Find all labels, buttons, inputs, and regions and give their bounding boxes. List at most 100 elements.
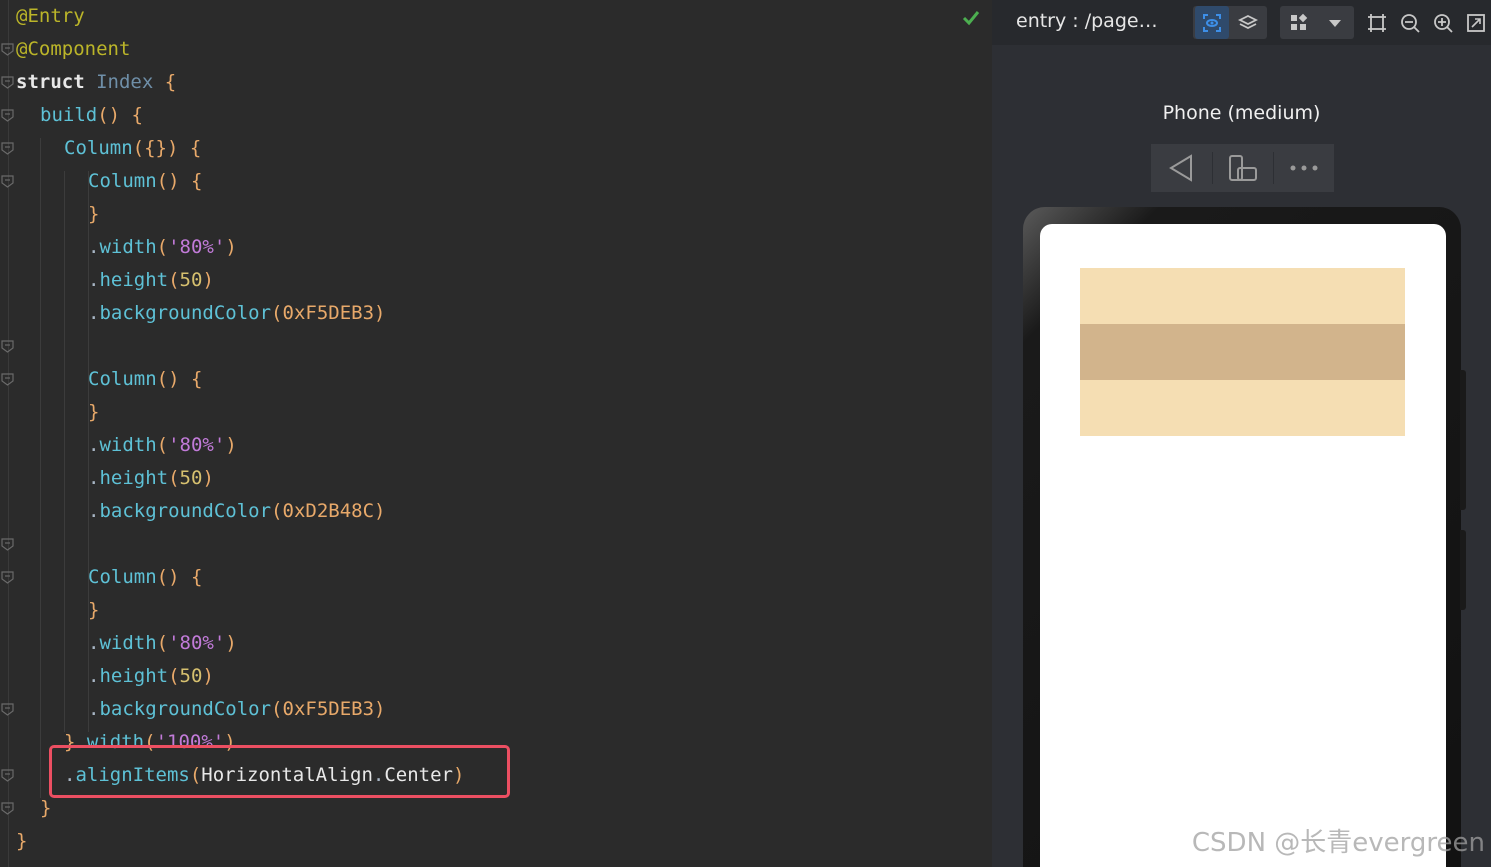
code-line[interactable]: .width('80%')	[88, 429, 237, 462]
fit-screen-button[interactable]	[1362, 6, 1392, 39]
code-token: )	[374, 500, 386, 522]
code-token: .	[88, 236, 100, 258]
code-token: Column	[88, 170, 157, 192]
code-token: '80%'	[168, 236, 226, 258]
code-token: (	[271, 500, 283, 522]
code-line[interactable]: }	[16, 825, 27, 858]
zoom-in-button[interactable]	[1428, 6, 1458, 39]
code-token: .	[88, 434, 100, 456]
zoom-out-button[interactable]	[1395, 6, 1425, 39]
code-token: .	[88, 665, 100, 687]
code-line[interactable]: }	[88, 198, 99, 231]
code-token: 0xF5DEB3	[282, 698, 375, 720]
code-token: width	[99, 632, 157, 654]
code-line[interactable]: Column() {	[88, 363, 202, 396]
inspect-group	[1193, 6, 1267, 39]
code-token: )	[202, 467, 214, 489]
code-token: 50	[179, 467, 203, 489]
code-token: )	[374, 698, 386, 720]
code-line[interactable]: .width('80%')	[88, 627, 237, 660]
fold-icon[interactable]	[1, 538, 14, 551]
preview-title[interactable]: entry : /page…	[1016, 10, 1158, 32]
code-token: }	[88, 599, 100, 621]
fold-icon[interactable]	[1, 175, 14, 188]
rotate-button[interactable]	[1213, 144, 1273, 192]
code-line[interactable]: .height(50)	[88, 462, 214, 495]
code-line[interactable]: Column() {	[88, 561, 202, 594]
more-button[interactable]	[1274, 144, 1334, 192]
code-token: )	[202, 269, 214, 291]
code-token: '80%'	[168, 632, 226, 654]
column-block-3[interactable]	[1080, 380, 1405, 436]
inspector-icon	[1203, 13, 1221, 32]
indent-guide	[40, 138, 41, 798]
code-line[interactable]: struct Index {	[16, 66, 176, 99]
code-token: )	[374, 302, 386, 324]
code-token: ()	[156, 566, 180, 588]
code-line[interactable]: }	[88, 594, 99, 627]
maximize-button[interactable]	[1461, 6, 1491, 39]
maximize-icon	[1467, 13, 1485, 32]
fold-icon[interactable]	[1, 76, 14, 89]
layers-button[interactable]	[1231, 6, 1265, 39]
code-token: ()	[156, 368, 180, 390]
back-button[interactable]	[1151, 144, 1211, 192]
multi-device-button[interactable]	[1282, 6, 1316, 39]
code-token: .	[88, 632, 100, 654]
code-line[interactable]: Column() {	[88, 165, 202, 198]
code-line[interactable]: .backgroundColor(0xF5DEB3)	[88, 297, 385, 330]
phone-screen[interactable]	[1040, 224, 1446, 867]
watermark: CSDN @长青evergreen	[1191, 828, 1485, 858]
code-token: struct	[16, 71, 85, 93]
code-token: height	[99, 665, 169, 687]
code-line[interactable]: .backgroundColor(0xD2B48C)	[88, 495, 385, 528]
code-line[interactable]: .width('80%')	[88, 231, 237, 264]
indent-guide	[64, 171, 65, 732]
code-line[interactable]: @Entry	[16, 0, 85, 33]
code-token: 0xD2B48C	[282, 500, 375, 522]
more-icon	[1290, 165, 1318, 171]
code-line[interactable]: }	[40, 792, 51, 825]
column-block-1[interactable]	[1080, 268, 1405, 324]
code-token: height	[99, 467, 169, 489]
code-line[interactable]: @Component	[16, 33, 130, 66]
fold-icon[interactable]	[1, 703, 14, 716]
code-token: .	[88, 302, 100, 324]
code-token: {	[164, 71, 177, 93]
fold-icon[interactable]	[1, 43, 14, 56]
inspector-button[interactable]	[1195, 6, 1229, 39]
fold-icon[interactable]	[1, 769, 14, 782]
code-editor[interactable]: @Entry @Component struct Index {build() {C…	[0, 0, 992, 867]
fold-icon[interactable]	[1, 340, 14, 353]
fold-icon[interactable]	[1, 373, 14, 386]
fold-icon[interactable]	[1, 571, 14, 584]
code-token: )	[225, 236, 237, 258]
code-token: Column	[64, 137, 133, 159]
code-token: 50	[179, 665, 203, 687]
code-line[interactable]: .backgroundColor(0xF5DEB3)	[88, 693, 385, 726]
fold-icon[interactable]	[1, 109, 14, 122]
code-line[interactable]: .height(50)	[88, 660, 214, 693]
rotate-device-icon	[1229, 155, 1257, 181]
code-line[interactable]: .height(50)	[88, 264, 214, 297]
code-token: {	[190, 368, 203, 390]
dropdown-button[interactable]	[1318, 6, 1352, 39]
code-token: }	[40, 797, 52, 819]
code-line[interactable]: build() {	[40, 99, 143, 132]
column-block-2[interactable]	[1080, 324, 1405, 380]
code-token: Index	[96, 71, 154, 93]
fold-icon[interactable]	[1, 802, 14, 815]
code-token: {	[189, 137, 202, 159]
code-line[interactable]: Column({}) {	[64, 132, 201, 165]
code-token: (	[156, 434, 169, 456]
fold-icon[interactable]	[1, 142, 14, 155]
code-token: {	[190, 566, 203, 588]
code-line[interactable]: }	[88, 396, 99, 429]
device-name: Phone (medium)	[1162, 102, 1321, 124]
code-token: .	[88, 269, 100, 291]
triangle-back-icon	[1169, 154, 1192, 182]
